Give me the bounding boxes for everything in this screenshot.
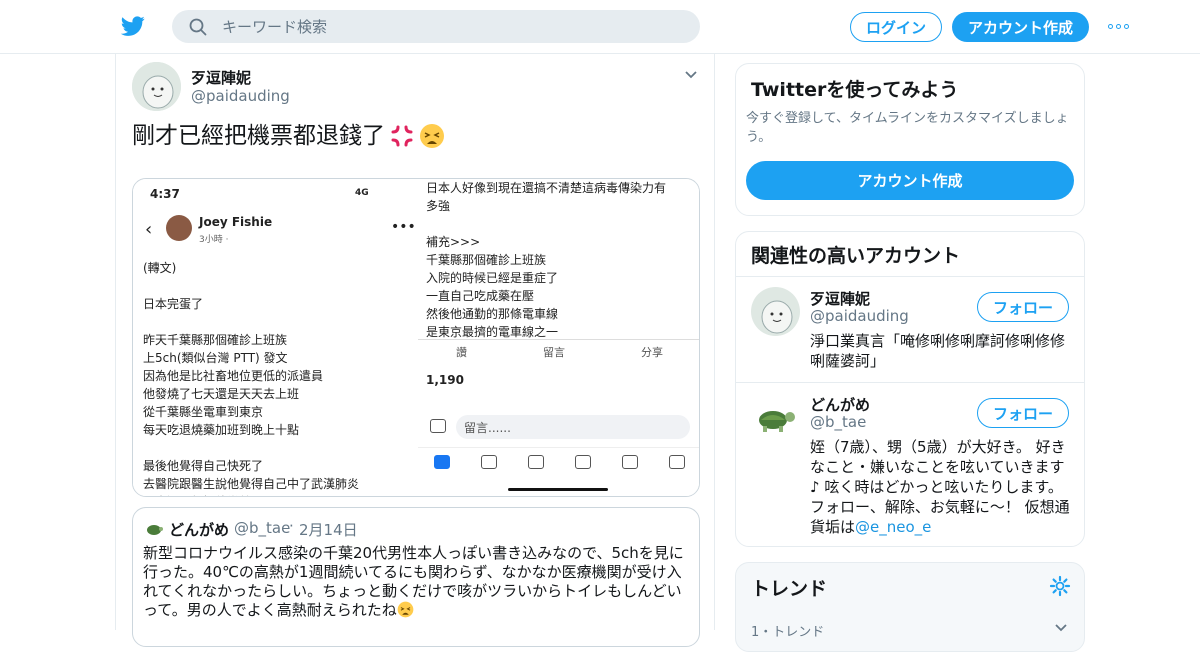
follow-button[interactable]: フォロー bbox=[977, 398, 1069, 428]
search-icon bbox=[189, 18, 207, 36]
reaction-count: 1,190 bbox=[426, 373, 464, 387]
account-bio: 淨口業真言「唵修唎修唎摩訶修唎修修唎薩婆訶」 bbox=[810, 332, 1066, 370]
profile-icon bbox=[527, 454, 544, 469]
camera-icon bbox=[430, 419, 446, 433]
account-bio: 姪（7歳）、甥（5歳）が大好き。 好きなこと・嫌いなことを呟いていきます♪ 呟く… bbox=[810, 437, 1074, 537]
quoted-tweet[interactable]: どんがめ @b_tae · 2月14日 新型コロナウイルス感染の千葉20代男性本… bbox=[132, 507, 700, 647]
comment-label: 留言 bbox=[543, 345, 565, 359]
follow-button[interactable]: フォロー bbox=[977, 292, 1069, 322]
groups-icon bbox=[575, 454, 592, 469]
tweet-text-content: 剛才已經把機票都退錢了 bbox=[132, 123, 385, 149]
twitter-logo-icon[interactable] bbox=[120, 14, 146, 38]
tweet-media-image[interactable]: 4:37 4G ‹ Joey Fishie 3小時 · ••• (轉文) 日本完… bbox=[132, 178, 700, 497]
bio-mention-link[interactable]: @e_neo_e bbox=[855, 518, 931, 536]
signup-card-title: Twitterを使ってみよう bbox=[751, 79, 959, 101]
relevant-accounts-card: 関連性の高いアカウント 歹逗陣妮 @paidauding フォロー 淨口業真言「… bbox=[735, 231, 1085, 547]
signup-button[interactable]: アカウント作成 bbox=[952, 12, 1089, 42]
back-arrow-icon: ‹ bbox=[145, 219, 153, 240]
trends-title: トレンド bbox=[751, 578, 828, 600]
more-options-icon[interactable] bbox=[1108, 24, 1129, 29]
phone-time: 4:37 bbox=[150, 187, 180, 201]
avatar[interactable] bbox=[751, 393, 800, 442]
home-indicator bbox=[508, 488, 608, 491]
account-bio-text: 姪（7歳）、甥（5歳）が大好き。 好きなこと・嫌いなことを呟いていきます♪ 呟く… bbox=[810, 438, 1070, 536]
turtle-avatar-icon bbox=[147, 525, 163, 535]
chevron-down-icon[interactable] bbox=[684, 68, 698, 82]
trends-card: トレンド 1・トレンド bbox=[735, 562, 1085, 652]
post-text: (轉文) 日本完蛋了 昨天千葉縣那個確診上班族 上5ch(類似台灣 PTT) 發… bbox=[143, 261, 360, 496]
tweet-author-handle[interactable]: @paidauding bbox=[191, 87, 290, 105]
account-handle[interactable]: @b_tae bbox=[810, 413, 866, 431]
search-input[interactable] bbox=[222, 10, 682, 43]
separator-dot: · bbox=[289, 517, 294, 535]
more-options-icon: ••• bbox=[391, 219, 416, 235]
gear-icon[interactable] bbox=[1049, 575, 1071, 597]
quoted-author-handle: @b_tae bbox=[234, 519, 291, 537]
login-button[interactable]: ログイン bbox=[850, 12, 942, 42]
account-name[interactable]: どんがめ bbox=[810, 394, 870, 415]
tweet-text: 剛才已經把機票都退錢了 bbox=[132, 120, 445, 152]
avatar[interactable] bbox=[751, 287, 800, 336]
screenshot-right: 日本人好像到現在還搞不清楚這病毒傳染力有 多強 補充>>> 千葉縣那個確診上班族… bbox=[418, 179, 699, 496]
comment-box: 留言...... bbox=[456, 415, 690, 439]
timeline: 歹逗陣妮 @paidauding 剛才已經把機票都退錢了 4:37 4G ‹ J… bbox=[115, 54, 715, 647]
signup-card-button[interactable]: アカウント作成 bbox=[746, 161, 1074, 200]
home-icon bbox=[433, 454, 450, 469]
post-meta: 3小時 · bbox=[199, 235, 229, 245]
avatar[interactable] bbox=[132, 62, 181, 111]
account-item[interactable]: 歹逗陣妮 @paidauding フォロー 淨口業真言「唵修唎修唎摩訶修唎修修唎… bbox=[736, 276, 1084, 382]
video-icon bbox=[480, 454, 497, 469]
bell-icon bbox=[622, 454, 639, 469]
menu-icon bbox=[669, 454, 686, 469]
relevant-accounts-title: 関連性の高いアカウント bbox=[751, 245, 961, 267]
tired-face-emoji-icon bbox=[420, 124, 444, 148]
signup-card: Twitterを使ってみよう 今すぐ登録して、タイムラインをカスタマイズしましょ… bbox=[735, 63, 1085, 216]
quoted-date: 2月14日 bbox=[299, 521, 358, 539]
tweet-author-name[interactable]: 歹逗陣妮 bbox=[191, 67, 251, 88]
quoted-author-name: どんがめ bbox=[169, 521, 230, 539]
chevron-down-icon[interactable] bbox=[1054, 621, 1068, 635]
search-box[interactable] bbox=[172, 10, 700, 43]
tired-face-emoji-icon bbox=[397, 601, 414, 618]
top-bar: ログイン アカウント作成 bbox=[0, 0, 1200, 54]
quoted-text: 新型コロナウイルス感染の千葉20代男性本人っぽい書き込みなので、5chを見に行っ… bbox=[143, 544, 689, 620]
phone-status: 4G bbox=[355, 188, 369, 198]
post-user: Joey Fishie bbox=[199, 215, 273, 229]
account-handle[interactable]: @paidauding bbox=[810, 307, 909, 325]
post-text: 日本人好像到現在還搞不清楚這病毒傳染力有 多強 補充>>> 千葉縣那個確診上班族… bbox=[426, 181, 667, 339]
signup-card-subtitle: 今すぐ登録して、タイムラインをカスタマイズしましょう。 bbox=[746, 111, 1069, 145]
screenshot-left: 4:37 4G ‹ Joey Fishie 3小時 · ••• (轉文) 日本完… bbox=[133, 179, 418, 496]
account-item[interactable]: どんがめ @b_tae フォロー 姪（7歳）、甥（5歳）が大好き。 好きなこと・… bbox=[736, 382, 1084, 546]
anger-emoji-icon bbox=[391, 125, 413, 147]
trend-item-label[interactable]: 1・トレンド bbox=[751, 621, 824, 640]
avatar bbox=[166, 215, 192, 241]
phone-nav-bar bbox=[418, 447, 699, 475]
share-label: 分享 bbox=[641, 345, 663, 359]
account-name[interactable]: 歹逗陣妮 bbox=[810, 288, 870, 309]
like-label: 讚 bbox=[456, 345, 467, 359]
post-actions: 讚 留言 分享 bbox=[418, 339, 699, 363]
